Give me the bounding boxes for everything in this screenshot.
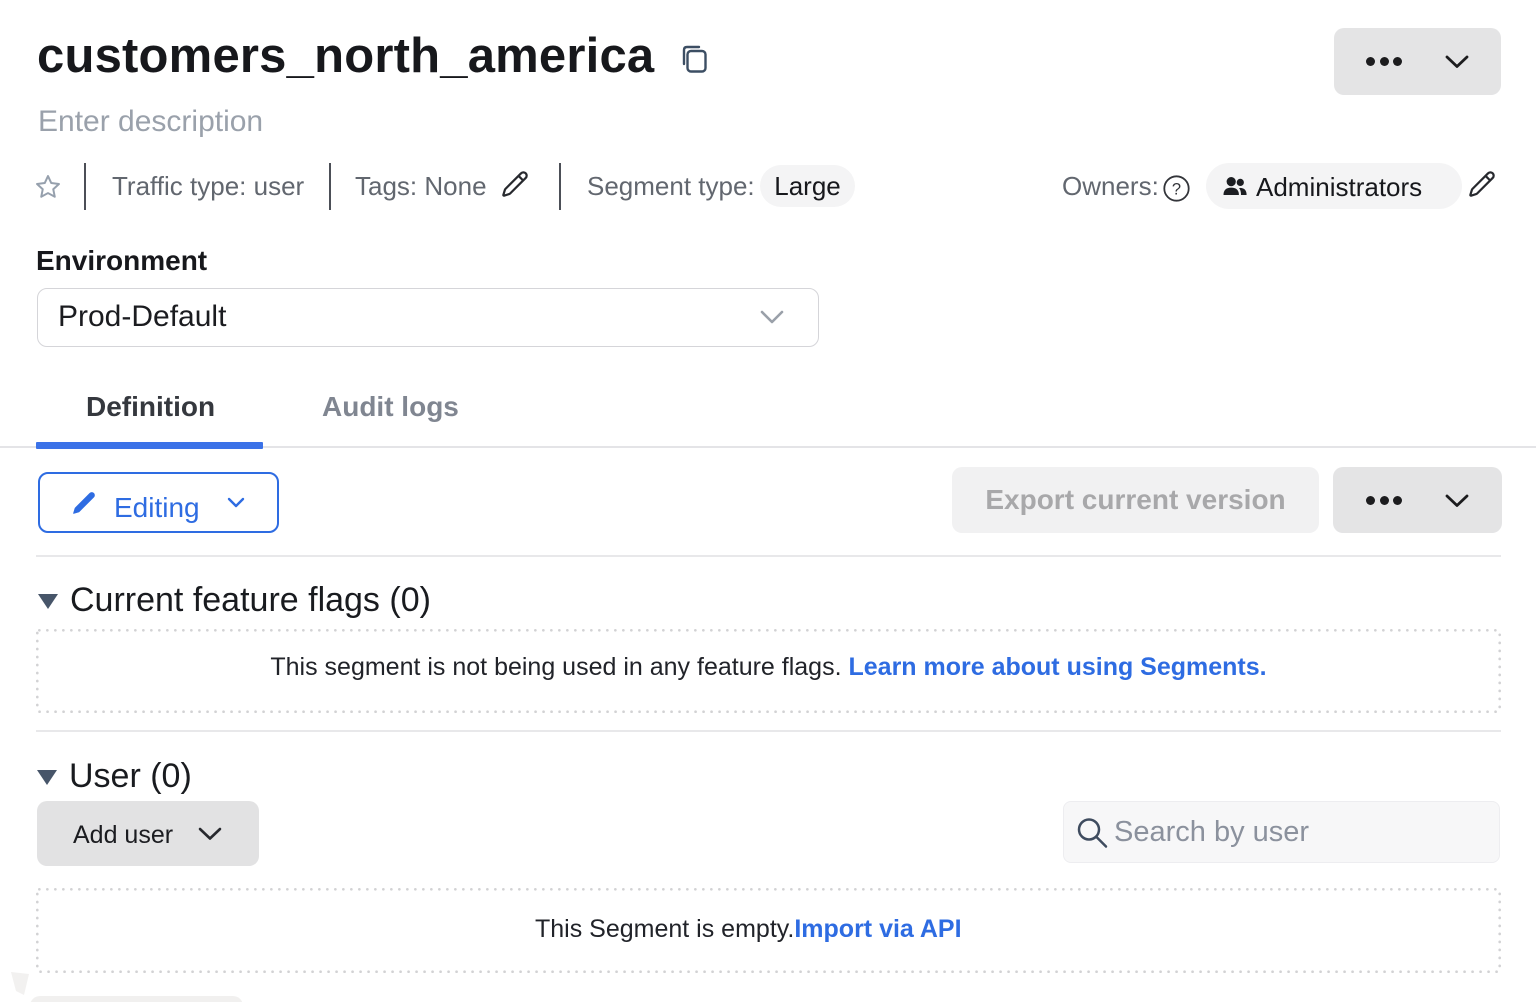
svg-text:?: ?	[1172, 181, 1181, 199]
